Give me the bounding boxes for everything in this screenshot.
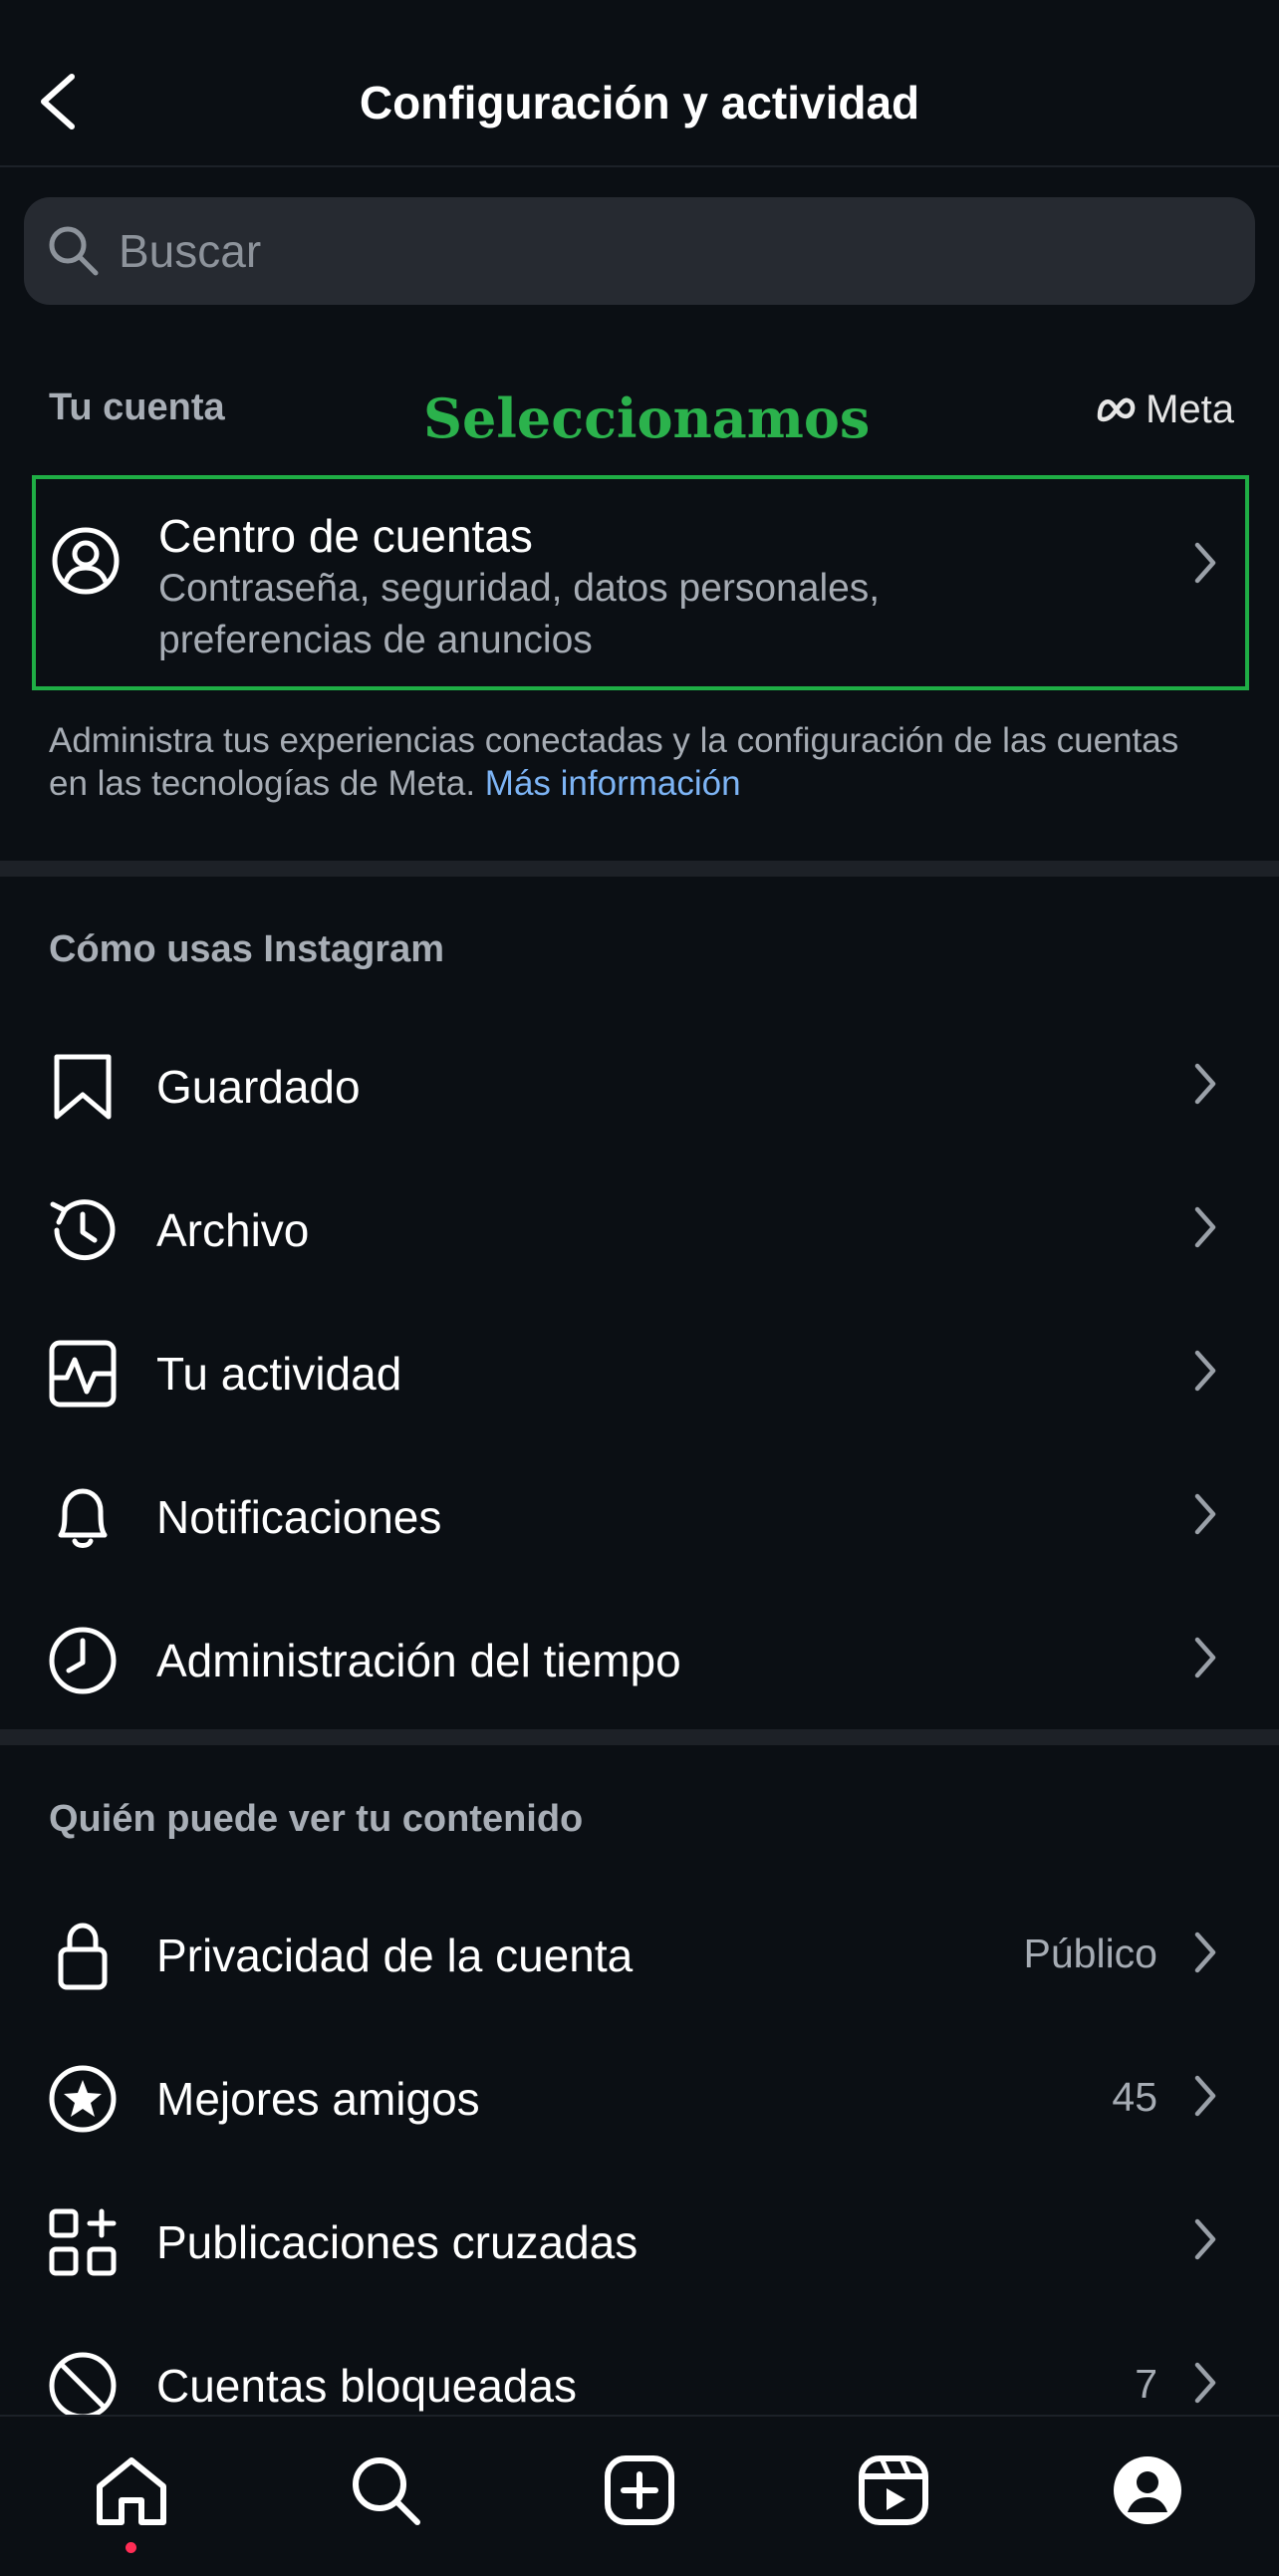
- menu-item-time-management[interactable]: Administración del tiempo: [0, 1592, 1279, 1721]
- chevron-right-icon: [1194, 1637, 1216, 1678]
- meta-infinity-icon: [1097, 397, 1136, 422]
- menu-item-value: Público: [1023, 1931, 1157, 1976]
- menu-item-activity[interactable]: Tu actividad: [0, 1305, 1279, 1434]
- menu-item-value: 7: [1135, 2361, 1157, 2407]
- chevron-right-icon: [1194, 1206, 1216, 1248]
- accounts-center-title: Centro de cuentas: [158, 510, 533, 562]
- home-icon[interactable]: [92, 2450, 171, 2530]
- user-circle-icon: [52, 527, 120, 595]
- chevron-right-icon: [1194, 1350, 1216, 1392]
- section-label-usage: Cómo usas Instagram: [49, 928, 444, 970]
- chevron-right-icon: [1194, 2075, 1216, 2117]
- bottom-tab-bar: [0, 2415, 1279, 2576]
- create-icon[interactable]: [600, 2450, 679, 2530]
- more-info-link[interactable]: Más información: [485, 764, 741, 803]
- star-circle-icon: [49, 2065, 117, 2133]
- top-bar: Configuración y actividad: [0, 0, 1279, 167]
- meta-logo-text: Meta: [1146, 386, 1234, 431]
- page-title: Configuración y actividad: [359, 77, 920, 129]
- reels-icon[interactable]: [854, 2450, 933, 2530]
- chevron-right-icon: [1194, 1493, 1216, 1535]
- search-icon[interactable]: [346, 2450, 425, 2530]
- section-label-account: Tu cuenta: [49, 386, 225, 428]
- search-placeholder: Buscar: [119, 225, 262, 277]
- section-label-visibility: Quién puede ver tu contenido: [49, 1798, 584, 1840]
- accounts-center-subtitle-line2: preferencias de anuncios: [158, 619, 593, 661]
- chevron-right-icon: [1194, 2218, 1216, 2260]
- menu-item-label: Cuentas bloqueadas: [156, 2360, 577, 2412]
- profile-icon[interactable]: [1108, 2450, 1187, 2530]
- blocked-icon: [49, 2352, 117, 2420]
- grid-plus-icon: [49, 2208, 117, 2276]
- section-divider: [0, 1729, 1279, 1745]
- menu-item-saved[interactable]: Guardado: [0, 1018, 1279, 1148]
- chevron-right-icon: [1194, 542, 1216, 584]
- menu-item-account-privacy[interactable]: Privacidad de la cuenta Público: [0, 1887, 1279, 2016]
- menu-item-label: Guardado: [156, 1061, 361, 1113]
- notification-dot: [126, 2542, 136, 2553]
- accounts-center-item[interactable]: Centro de cuentas Contraseña, seguridad,…: [32, 475, 1249, 690]
- menu-item-label: Archivo: [156, 1204, 310, 1256]
- chevron-right-icon: [1194, 1063, 1216, 1105]
- history-icon: [50, 1199, 116, 1261]
- annotation-label: Seleccionamos: [423, 386, 871, 450]
- menu-item-label: Administración del tiempo: [156, 1635, 681, 1686]
- menu-item-label: Notificaciones: [156, 1491, 442, 1543]
- menu-item-notifications[interactable]: Notificaciones: [0, 1448, 1279, 1578]
- bookmark-icon: [54, 1054, 112, 1120]
- menu-item-label: Publicaciones cruzadas: [156, 2216, 639, 2268]
- accounts-center-subtitle-line1: Contraseña, seguridad, datos personales,: [158, 567, 881, 610]
- menu-item-crossposting[interactable]: Publicaciones cruzadas: [0, 2174, 1279, 2303]
- chevron-right-icon: [1194, 2362, 1216, 2404]
- activity-icon: [49, 1340, 117, 1408]
- chevron-right-icon: [1194, 1932, 1216, 1973]
- menu-item-close-friends[interactable]: Mejores amigos 45: [0, 2030, 1279, 2160]
- clock-icon: [49, 1627, 117, 1694]
- meta-logo: Meta: [1094, 386, 1234, 432]
- accounts-center-subtitle: Contraseña, seguridad, datos personales,…: [158, 563, 1105, 666]
- menu-item-label: Mejores amigos: [156, 2073, 480, 2125]
- lock-icon: [58, 1923, 108, 1990]
- menu-item-value: 45: [1112, 2074, 1157, 2120]
- search-icon: [49, 226, 99, 276]
- menu-item-label: Privacidad de la cuenta: [156, 1930, 634, 1981]
- menu-item-label: Tu actividad: [156, 1348, 402, 1400]
- menu-item-archive[interactable]: Archivo: [0, 1161, 1279, 1291]
- accounts-helper-text: Administra tus experiencias conectadas y…: [49, 719, 1224, 805]
- section-divider: [0, 861, 1279, 877]
- search-input[interactable]: Buscar: [24, 197, 1255, 305]
- bell-icon: [58, 1488, 108, 1548]
